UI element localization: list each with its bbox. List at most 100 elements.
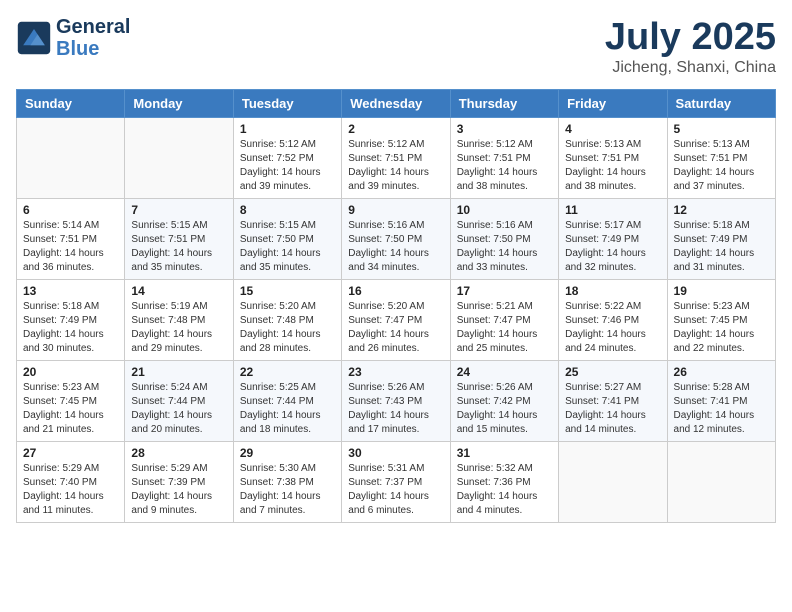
cell-info: Sunrise: 5:21 AMSunset: 7:47 PMDaylight:… [457,300,552,356]
calendar-week-4: 20Sunrise: 5:23 AMSunset: 7:45 PMDayligh… [17,361,776,442]
calendar-cell: 18 Sunrise: 5:22 AMSunset: 7:46 PMDayligh… [559,280,667,361]
calendar-cell: 4Sunrise: 5:13 AMSunset: 7:51 PMDaylight… [559,118,667,199]
day-number: 30 [348,446,443,460]
calendar-cell: 12Sunrise: 5:18 AMSunset: 7:49 PMDayligh… [667,199,775,280]
calendar-cell: 11 Sunrise: 5:17 AMSunset: 7:49 PMDayligh… [559,199,667,280]
calendar-cell: 1 Sunrise: 5:12 AMSunset: 7:52 PMDaylight… [233,118,341,199]
day-header-friday: Friday [559,90,667,118]
calendar-cell: 28 Sunrise: 5:29 AMSunset: 7:39 PMDayligh… [125,442,233,523]
calendar-table: SundayMondayTuesdayWednesdayThursdayFrid… [16,89,776,523]
cell-info: Sunrise: 5:32 AMSunset: 7:36 PMDaylight:… [457,462,552,518]
day-number: 13 [23,284,118,298]
day-header-saturday: Saturday [667,90,775,118]
day-header-thursday: Thursday [450,90,558,118]
cell-info: Sunrise: 5:16 AMSunset: 7:50 PMDaylight:… [348,219,443,275]
day-number: 22 [240,365,335,379]
calendar-cell: 13 Sunrise: 5:18 AMSunset: 7:49 PMDayligh… [17,280,125,361]
calendar-cell: 9 Sunrise: 5:16 AMSunset: 7:50 PMDaylight… [342,199,450,280]
cell-info: Sunrise: 5:15 AMSunset: 7:51 PMDaylight:… [131,219,226,275]
day-number: 16 [348,284,443,298]
calendar-cell: 23 Sunrise: 5:26 AMSunset: 7:43 PMDayligh… [342,361,450,442]
calendar-cell: 24 Sunrise: 5:26 AMSunset: 7:42 PMDayligh… [450,361,558,442]
cell-info: Sunrise: 5:31 AMSunset: 7:37 PMDaylight:… [348,462,443,518]
calendar-cell: 7 Sunrise: 5:15 AMSunset: 7:51 PMDaylight… [125,199,233,280]
cell-info: Sunrise: 5:17 AMSunset: 7:49 PMDaylight:… [565,219,660,275]
cell-info: Sunrise: 5:22 AMSunset: 7:46 PMDaylight:… [565,300,660,356]
day-number: 24 [457,365,552,379]
location-subtitle: Jicheng, Shanxi, China [605,59,776,77]
day-number: 11 [565,203,660,217]
calendar-week-3: 13 Sunrise: 5:18 AMSunset: 7:49 PMDayligh… [17,280,776,361]
day-number: 21 [131,365,226,379]
calendar-cell: 8 Sunrise: 5:15 AMSunset: 7:50 PMDaylight… [233,199,341,280]
cell-info: Sunrise: 5:15 AMSunset: 7:50 PMDaylight:… [240,219,335,275]
day-number: 25 [565,365,660,379]
calendar-cell [125,118,233,199]
cell-info: Sunrise: 5:26 AMSunset: 7:43 PMDaylight:… [348,381,443,437]
day-number: 9 [348,203,443,217]
calendar-cell: 22 Sunrise: 5:25 AMSunset: 7:44 PMDayligh… [233,361,341,442]
calendar-cell: 6 Sunrise: 5:14 AMSunset: 7:51 PMDaylight… [17,199,125,280]
calendar-week-1: 1 Sunrise: 5:12 AMSunset: 7:52 PMDaylight… [17,118,776,199]
cell-info: Sunrise: 5:19 AMSunset: 7:48 PMDaylight:… [131,300,226,356]
day-number: 27 [23,446,118,460]
calendar-cell: 26 Sunrise: 5:28 AMSunset: 7:41 PMDayligh… [667,361,775,442]
day-number: 23 [348,365,443,379]
day-number: 6 [23,203,118,217]
calendar-cell: 25 Sunrise: 5:27 AMSunset: 7:41 PMDayligh… [559,361,667,442]
day-number: 28 [131,446,226,460]
day-number: 29 [240,446,335,460]
calendar-cell: 17 Sunrise: 5:21 AMSunset: 7:47 PMDayligh… [450,280,558,361]
calendar-cell: 21Sunrise: 5:24 AMSunset: 7:44 PMDayligh… [125,361,233,442]
logo-line1: General [56,16,130,38]
day-header-tuesday: Tuesday [233,90,341,118]
cell-info: Sunrise: 5:23 AMSunset: 7:45 PMDaylight:… [23,381,118,437]
cell-info: Sunrise: 5:12 AMSunset: 7:51 PMDaylight:… [457,138,552,194]
day-number: 19 [674,284,769,298]
cell-info: Sunrise: 5:28 AMSunset: 7:41 PMDaylight:… [674,381,769,437]
cell-info: Sunrise: 5:18 AMSunset: 7:49 PMDaylight:… [23,300,118,356]
day-number: 10 [457,203,552,217]
day-number: 5 [674,122,769,136]
calendar-header-row: SundayMondayTuesdayWednesdayThursdayFrid… [17,90,776,118]
calendar-cell: 20Sunrise: 5:23 AMSunset: 7:45 PMDayligh… [17,361,125,442]
calendar-week-5: 27Sunrise: 5:29 AMSunset: 7:40 PMDayligh… [17,442,776,523]
cell-info: Sunrise: 5:27 AMSunset: 7:41 PMDaylight:… [565,381,660,437]
day-header-wednesday: Wednesday [342,90,450,118]
cell-info: Sunrise: 5:20 AMSunset: 7:47 PMDaylight:… [348,300,443,356]
calendar-cell: 15 Sunrise: 5:20 AMSunset: 7:48 PMDayligh… [233,280,341,361]
calendar-cell: 19 Sunrise: 5:23 AMSunset: 7:45 PMDayligh… [667,280,775,361]
calendar-cell: 16 Sunrise: 5:20 AMSunset: 7:47 PMDayligh… [342,280,450,361]
calendar-cell: 2 Sunrise: 5:12 AMSunset: 7:51 PMDaylight… [342,118,450,199]
day-number: 4 [565,122,660,136]
day-number: 14 [131,284,226,298]
day-number: 7 [131,203,226,217]
month-title: July 2025 [605,16,776,59]
day-number: 26 [674,365,769,379]
calendar-cell: 14 Sunrise: 5:19 AMSunset: 7:48 PMDayligh… [125,280,233,361]
cell-info: Sunrise: 5:14 AMSunset: 7:51 PMDaylight:… [23,219,118,275]
cell-info: Sunrise: 5:30 AMSunset: 7:38 PMDaylight:… [240,462,335,518]
cell-info: Sunrise: 5:26 AMSunset: 7:42 PMDaylight:… [457,381,552,437]
cell-info: Sunrise: 5:20 AMSunset: 7:48 PMDaylight:… [240,300,335,356]
cell-info: Sunrise: 5:12 AMSunset: 7:51 PMDaylight:… [348,138,443,194]
cell-info: Sunrise: 5:29 AMSunset: 7:39 PMDaylight:… [131,462,226,518]
day-number: 17 [457,284,552,298]
day-number: 2 [348,122,443,136]
day-number: 8 [240,203,335,217]
cell-info: Sunrise: 5:12 AMSunset: 7:52 PMDaylight:… [240,138,335,194]
day-number: 1 [240,122,335,136]
cell-info: Sunrise: 5:25 AMSunset: 7:44 PMDaylight:… [240,381,335,437]
day-number: 31 [457,446,552,460]
page-header: General Blue July 2025 Jicheng, Shanxi, … [16,16,776,77]
cell-info: Sunrise: 5:23 AMSunset: 7:45 PMDaylight:… [674,300,769,356]
calendar-cell [667,442,775,523]
calendar-cell [17,118,125,199]
logo-line2: Blue [56,38,130,60]
calendar-cell: 30 Sunrise: 5:31 AMSunset: 7:37 PMDayligh… [342,442,450,523]
logo-icon [16,20,52,56]
day-number: 18 [565,284,660,298]
calendar-cell: 27Sunrise: 5:29 AMSunset: 7:40 PMDayligh… [17,442,125,523]
calendar-cell: 10Sunrise: 5:16 AMSunset: 7:50 PMDayligh… [450,199,558,280]
day-number: 15 [240,284,335,298]
